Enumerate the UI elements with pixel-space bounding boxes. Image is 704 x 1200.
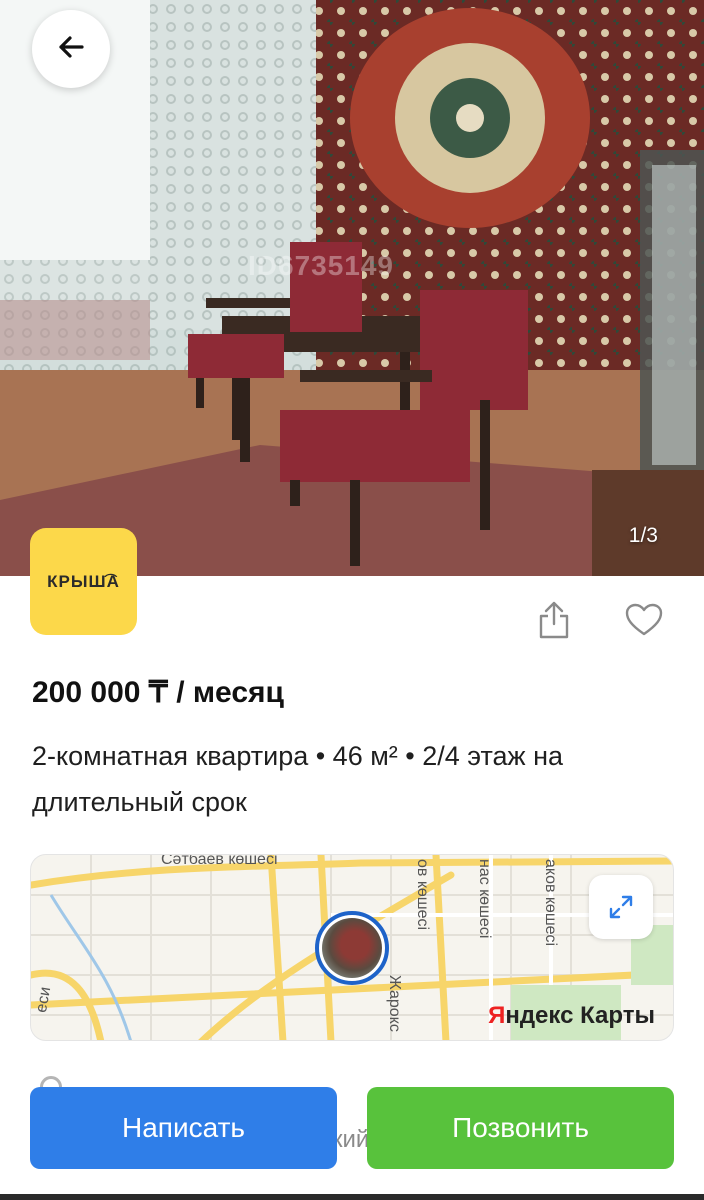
bottom-edge (0, 1194, 704, 1200)
map-street-label: нас көшесі (476, 859, 493, 939)
photo-counter: 1/3 (628, 524, 658, 547)
listing-price: 200 000 ₸ / месяц (32, 676, 284, 709)
share-icon[interactable] (534, 598, 574, 642)
expand-map-button[interactable] (589, 875, 653, 939)
back-button[interactable] (32, 10, 110, 88)
map-street-label: Жарокс (386, 975, 403, 1032)
map-street-label: аков көшесі (542, 859, 559, 947)
arrow-left-icon (56, 32, 86, 67)
listing-description: 2-комнатная квартира • 46 м² • 2/4 этаж … (32, 741, 564, 817)
call-button[interactable]: Позвонить (367, 1087, 674, 1169)
agency-logo[interactable]: КРЫШ͡А (30, 528, 137, 635)
room-illustration (0, 0, 704, 576)
map-street-label: ов көшесі (414, 859, 431, 931)
obscured-text: кий (332, 1126, 370, 1153)
heart-icon[interactable] (624, 598, 664, 642)
expand-icon (607, 893, 635, 921)
write-message-button[interactable]: Написать (30, 1087, 337, 1169)
location-map[interactable]: Сәтбаев көшесі ов көшесі нас көшесі аков… (30, 854, 674, 1041)
yandex-maps-logo: Яндекс Карты (488, 1002, 655, 1029)
pin-photo-thumbnail (322, 918, 382, 978)
listing-photo[interactable]: ID6735149 1/3 (0, 0, 704, 576)
photo-watermark: ID6735149 (248, 250, 395, 281)
map-location-pin[interactable] (315, 911, 389, 985)
map-street-label: Сәтбаев көшесі (161, 854, 278, 868)
